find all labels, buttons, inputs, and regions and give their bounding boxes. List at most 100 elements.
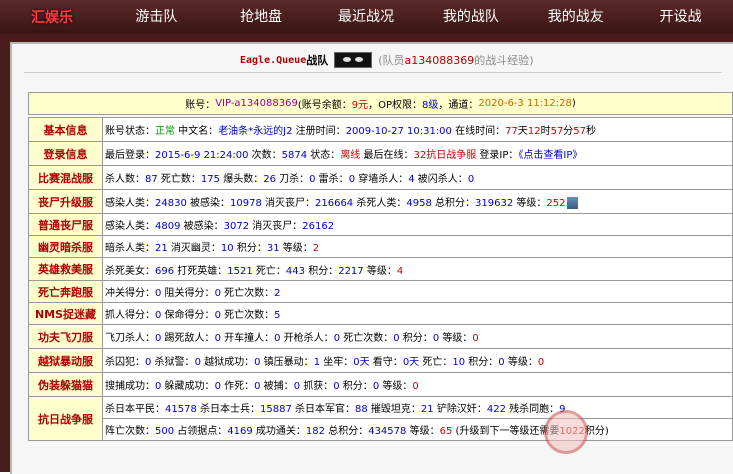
- stat-value: 1521: [227, 265, 253, 277]
- stat-label: 消灭丧尸：: [261, 198, 315, 209]
- row-label: 普通丧尸服: [28, 213, 103, 236]
- stat-value: 4169: [227, 426, 253, 437]
- stat-label: 被感染：: [180, 221, 224, 232]
- stat-value: 15887: [260, 404, 292, 415]
- stat-value: 5874: [281, 150, 308, 161]
- stat-label: 账号状态：: [105, 126, 155, 137]
- row-values: 暗杀人类：21 消灭幽灵：10 积分：31 等级：2: [102, 235, 733, 258]
- stat-label: 感染人类：: [105, 198, 155, 209]
- stat-label: 最后在线：: [360, 150, 414, 161]
- team-note-user[interactable]: a134088369: [405, 54, 475, 67]
- stat-label: 杀死美女：: [105, 265, 155, 277]
- nav-item-recent-battles[interactable]: 最近战况: [314, 0, 419, 34]
- stat-label: 死亡次数：: [220, 288, 275, 299]
- stat-value: 4809: [155, 221, 181, 232]
- table-row: 丧尸升级服 感染人类：24830 被感染：10978 消灭丧尸：216664 杀死…: [28, 189, 733, 214]
- row-label: 功夫飞刀服: [28, 324, 103, 349]
- table-row: 阵亡次数：500 占领据点：4169 成功通关：182 总积分：434578 等…: [29, 418, 733, 441]
- stat-label: 雷杀：: [315, 174, 349, 185]
- row-values: 杀囚犯：0 杀狱警：0 越狱成功：0 镇压暴动：1 坐牢：0天 看守：0天 死亡…: [102, 348, 733, 373]
- stat-label: 抓人得分：: [105, 310, 155, 321]
- stat-value: 10: [220, 243, 234, 254]
- stat-value: 26: [263, 174, 276, 185]
- table-row: 越狱暴动服 杀囚犯：0 杀狱警：0 越狱成功：0 镇压暴动：1 坐牢：0天 看守：…: [28, 348, 733, 373]
- nav-item-guerrilla[interactable]: 游击队: [104, 0, 209, 34]
- stat-label: 杀人数：: [105, 174, 145, 185]
- stat-label: 穿墙杀人：: [355, 174, 409, 185]
- stat-label: 积分：: [305, 265, 339, 277]
- stat-label: 死亡次数：: [340, 333, 394, 344]
- stat-label: 抓获：: [300, 381, 334, 392]
- stat-label: 等级：: [279, 243, 313, 254]
- stat-label: 最后登录：: [105, 150, 155, 161]
- stat-label: 等级：: [504, 357, 538, 368]
- stat-value: 10: [452, 357, 466, 368]
- stat-label: 死亡：: [419, 357, 453, 368]
- table-row: 比赛混战服 杀人数：87 死亡数：175 爆头数：26 刀杀：0 雷杀：0 穿墙杀…: [28, 165, 733, 190]
- stat-label: 残杀同胞：: [505, 404, 560, 415]
- stat-label: 次数：: [248, 150, 282, 161]
- team-emblem-icon: [334, 52, 373, 68]
- stat-label: 阻关得分：: [161, 288, 215, 299]
- stat-label: 总积分：: [431, 198, 476, 209]
- stat-value: 0: [537, 357, 545, 368]
- nav-item-my-comrades[interactable]: 我的战友: [523, 0, 628, 34]
- stat-label: (升级到下一等级还需要: [452, 426, 560, 437]
- divider: [24, 72, 722, 73]
- stat-label: 积分): [584, 426, 609, 437]
- account-id: VIP-a134088369: [215, 98, 298, 109]
- table-row: 基本信息 账号状态：正常 中文名：老油条*永远的J2 注册时间：2009-10-2…: [28, 117, 733, 142]
- stat-label: 摧毁坦克：: [367, 404, 421, 415]
- stat-label: 铲除汉奸：: [433, 404, 487, 415]
- nav-item-create-team[interactable]: 开设战: [628, 0, 733, 34]
- stat-value: 434578: [368, 426, 407, 437]
- stat-label: 作死：: [220, 381, 255, 392]
- row-label: 幽灵暗杀服: [28, 235, 103, 258]
- row-label: 丧尸升级服: [28, 189, 103, 214]
- stat-value: 正常: [155, 126, 175, 137]
- stat-label: 等级：: [379, 381, 413, 392]
- row-label: 越狱暴动服: [28, 348, 103, 373]
- stat-value: 21: [155, 243, 168, 254]
- stat-label: 踢死敌人：: [161, 333, 215, 344]
- stat-label: 登录IP：: [476, 150, 519, 161]
- table-row: 死亡奔跑服 冲关得分：0 阻关得分：0 死亡次数：2: [28, 280, 733, 303]
- stat-value: 31: [266, 243, 280, 254]
- nav-item-territory[interactable]: 抢地盘: [209, 0, 314, 34]
- stat-label: 杀日本士兵：: [196, 404, 260, 415]
- stat-value: 2015-6-9 21:24:00: [155, 150, 249, 161]
- stat-label: 分: [563, 126, 574, 137]
- stat-label: 死亡数：: [157, 174, 201, 185]
- stat-label: 等级：: [363, 265, 397, 277]
- stat-label: 打死英雄：: [174, 265, 228, 277]
- stat-value: 696: [155, 265, 175, 277]
- stat-value: 12: [527, 126, 541, 137]
- stat-label: 刀杀：: [275, 174, 310, 185]
- team-name[interactable]: Eagle.Queue: [240, 55, 306, 66]
- stat-value: 2009-10-27 10:31:00: [345, 126, 452, 137]
- account-balance: 9元: [351, 100, 369, 111]
- stat-label: 状态：: [307, 150, 341, 161]
- team-header: Eagle.Queue 战队 (队员a134088369的战斗经验): [240, 50, 534, 70]
- stat-value: 4958: [406, 198, 432, 209]
- table-row: 幽灵暗杀服 暗杀人类：21 消灭幽灵：10 积分：31 等级：2: [28, 235, 733, 258]
- stat-label: 等级：: [406, 426, 440, 437]
- stat-value: 0天: [353, 357, 370, 368]
- stat-label: 消灭幽灵：: [167, 243, 221, 254]
- row-values: 搜捕成功：0 躲藏成功：0 作死：0 被捕：0 抓获：0 积分：0 等级：0: [102, 372, 733, 397]
- stats-table: 基本信息 账号状态：正常 中文名：老油条*永远的J2 注册时间：2009-10-2…: [28, 117, 733, 441]
- row-values: 冲关得分：0 阻关得分：0 死亡次数：2: [102, 280, 733, 303]
- stat-value: 0天: [402, 357, 420, 368]
- stat-label: 开枪杀人：: [280, 333, 334, 344]
- stat-value: 175: [200, 174, 221, 185]
- row-values: 杀人数：87 死亡数：175 爆头数：26 刀杀：0 雷杀：0 穿墙杀人：4 被…: [102, 165, 733, 190]
- stat-label: 死亡：: [252, 265, 286, 277]
- stat-value: 老油条*永远的J2: [218, 126, 293, 137]
- site-logo[interactable]: 汇娱乐: [0, 0, 104, 34]
- nav-item-my-team[interactable]: 我的战队: [418, 0, 523, 34]
- stat-label: 在线时间：: [451, 126, 506, 137]
- stat-label: 等级：: [439, 333, 473, 344]
- team-note: (队员a134088369的战斗经验): [378, 54, 534, 67]
- table-row: 普通丧尸服 感染人类：4809 被感染：3072 消灭丧尸：26162: [28, 213, 733, 236]
- stat-value: 88: [355, 404, 368, 415]
